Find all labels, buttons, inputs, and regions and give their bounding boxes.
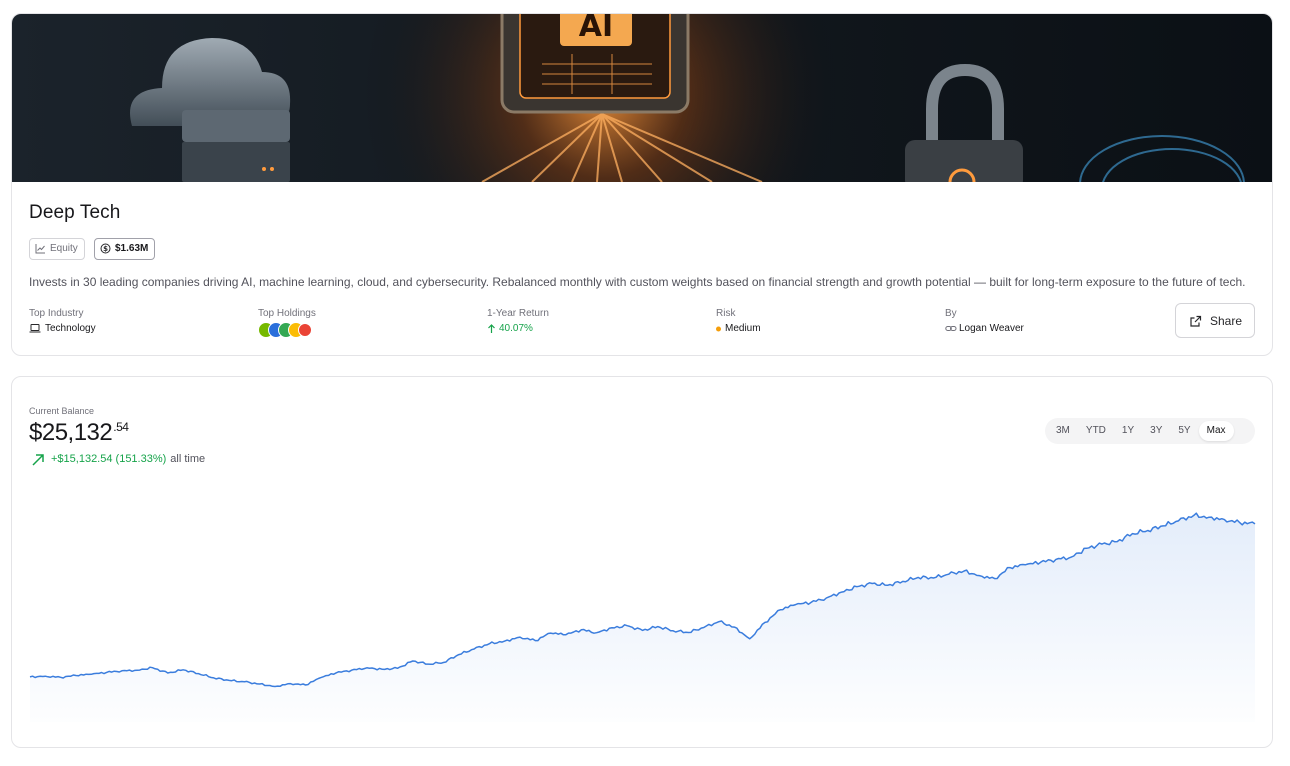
range-tab-max[interactable]: Max <box>1198 421 1234 441</box>
current-balance-label: Current Balance <box>29 406 95 416</box>
trend-chart-icon <box>35 244 45 254</box>
svg-text:AI: AI <box>579 14 613 44</box>
risk-value: Medium <box>725 323 761 334</box>
stat-value[interactable]: Logan Weaver <box>945 323 1024 334</box>
time-range-selector: 3M YTD 1Y 3Y 5Y Max <box>1045 418 1255 444</box>
chart-area-fill <box>30 513 1255 722</box>
arrow-up-icon <box>488 324 495 333</box>
current-balance-value: $25,132.54 <box>29 419 129 447</box>
stat-label: Top Industry <box>29 308 84 319</box>
external-link-icon <box>1190 315 1202 327</box>
range-tab-3y[interactable]: 3Y <box>1142 421 1170 441</box>
author-name[interactable]: Logan Weaver <box>959 323 1024 334</box>
portfolio-type-label: Equity <box>50 243 78 254</box>
stat-risk: Risk Medium <box>716 308 761 334</box>
stat-value: 40.07% <box>487 323 549 334</box>
portfolio-title: Deep Tech <box>29 202 121 223</box>
laptop-icon <box>29 324 41 333</box>
portfolio-description: Invests in 30 leading companies driving … <box>29 275 1246 289</box>
balance-chart-card: Current Balance $25,132.54 +$15,132.54 (… <box>11 376 1273 748</box>
portfolio-type-badge: Equity <box>29 238 85 260</box>
risk-dot-icon <box>716 326 721 332</box>
svg-text:$: $ <box>103 245 108 253</box>
range-tab-5y[interactable]: 5Y <box>1170 421 1198 441</box>
stat-author: By Logan Weaver <box>945 308 1024 334</box>
coin-icon: $ <box>100 243 111 254</box>
portfolio-card: AI Deep Tech Equity $ $1.63M Invests in … <box>11 13 1273 356</box>
all-time-gain-value: +$15,132.54 (151.33%) <box>51 453 167 465</box>
current-balance-cents: .54 <box>113 420 129 434</box>
one-year-return-value: 40.07% <box>499 323 533 334</box>
range-tab-3m[interactable]: 3M <box>1048 421 1078 441</box>
range-tab-1y[interactable]: 1Y <box>1114 421 1142 441</box>
portfolio-aum-label: $1.63M <box>115 243 149 254</box>
link-icon <box>945 326 957 331</box>
stat-top-holdings: Top Holdings <box>258 308 316 338</box>
stat-one-year-return: 1-Year Return 40.07% <box>487 308 549 334</box>
portfolio-banner-image: AI <box>12 14 1272 182</box>
portfolio-aum-badge: $ $1.63M <box>94 238 156 260</box>
stat-value: Technology <box>29 323 96 334</box>
top-holdings-logos[interactable] <box>258 322 314 338</box>
stat-label: Top Holdings <box>258 308 316 319</box>
stat-label: Risk <box>716 308 736 319</box>
current-balance-main: $25,132 <box>29 419 113 446</box>
stat-value: Medium <box>716 323 761 334</box>
share-button[interactable]: Share <box>1175 303 1255 338</box>
top-industry-value: Technology <box>45 323 96 334</box>
ai-chip-illustration: AI <box>500 14 690 114</box>
all-time-gain-suffix: all time <box>170 453 206 465</box>
stat-label: 1-Year Return <box>487 308 549 319</box>
stat-top-industry: Top Industry Technology <box>29 308 96 334</box>
all-time-gain: +$15,132.54 (151.33%) all time <box>29 453 206 466</box>
holding-logo-5 <box>298 323 312 337</box>
share-button-label: Share <box>1209 313 1243 328</box>
stat-label: By <box>945 308 957 319</box>
range-tab-ytd[interactable]: YTD <box>1078 421 1114 441</box>
arrow-up-right-icon <box>32 454 44 466</box>
